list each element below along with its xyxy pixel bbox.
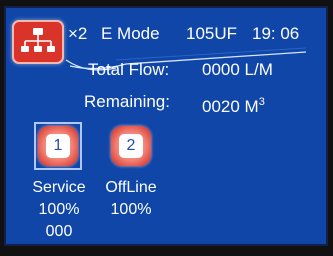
total-flow-value: 0000 L/M: [202, 60, 273, 79]
clock-time: 19: 06: [252, 24, 300, 43]
mode-label: E Mode: [101, 24, 160, 43]
system-2-number: 2: [119, 134, 143, 158]
controller-screen: ×2 E Mode 105UF 19: 06 Total Flow: 0000 …: [4, 6, 328, 246]
system-1-percent: 100%: [38, 201, 80, 218]
remaining-unit-superscript: 3: [258, 96, 265, 108]
system-2-percent: 100%: [110, 201, 152, 218]
total-flow-label: Total Flow:: [88, 60, 170, 79]
system-1-number: 1: [46, 134, 70, 158]
remaining-value: 0020 M3: [202, 96, 265, 116]
system-1-status: Service: [32, 179, 86, 196]
system-1-button[interactable]: 1: [34, 122, 82, 170]
network-icon: [21, 28, 55, 52]
multiplier-indicator: ×2: [68, 24, 88, 43]
remaining-label: Remaining:: [84, 92, 170, 111]
system-2-button[interactable]: 2: [107, 122, 155, 170]
system-2-status: OffLine: [105, 179, 157, 196]
model-label: 105UF: [186, 24, 238, 43]
menu-button[interactable]: [12, 20, 64, 64]
system-1-counter: 000: [45, 223, 73, 240]
